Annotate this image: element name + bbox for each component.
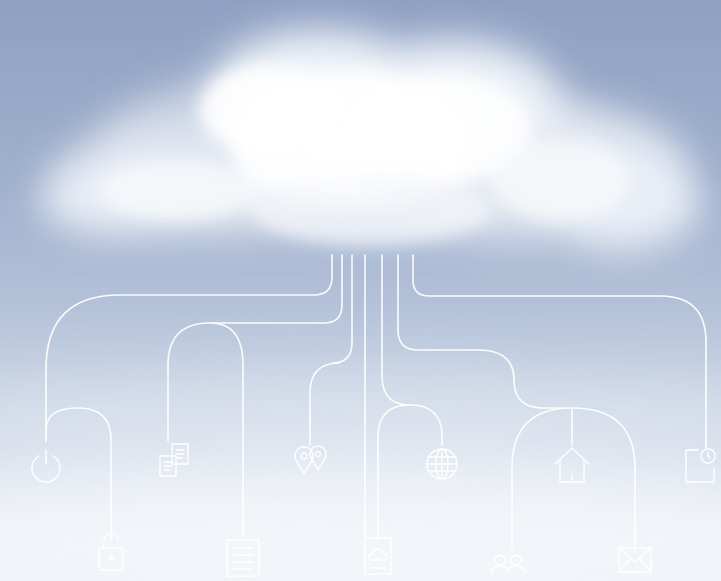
power-icon xyxy=(31,449,61,483)
horizon-haze xyxy=(0,380,721,581)
cloud xyxy=(40,30,700,250)
clock-icon xyxy=(685,448,716,483)
globe-icon xyxy=(426,448,458,480)
cloud-network-scene xyxy=(0,0,721,581)
scene-graphic xyxy=(0,30,721,581)
